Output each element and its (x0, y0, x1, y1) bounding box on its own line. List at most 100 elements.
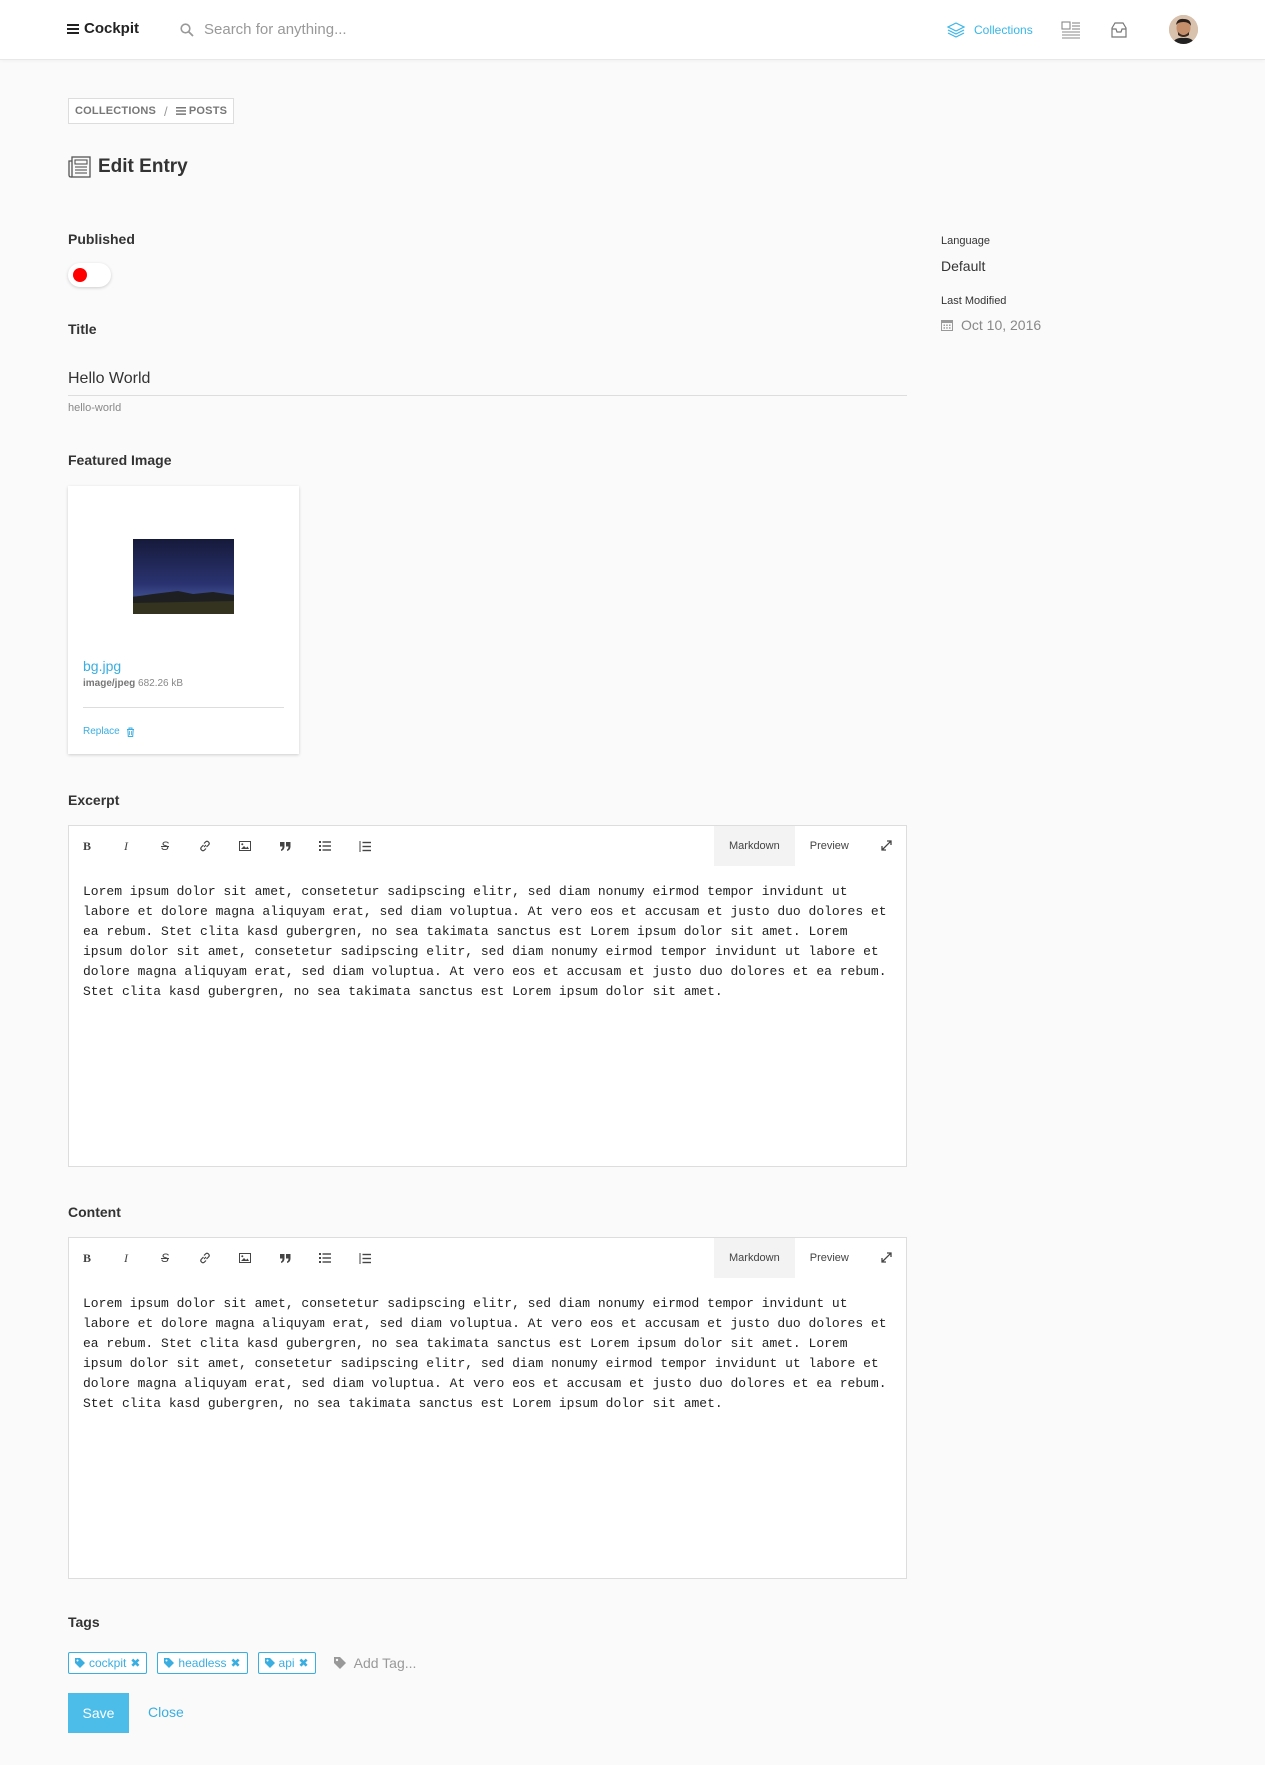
content-textarea[interactable]: Lorem ipsum dolor sit amet, consetetur s… (83, 1294, 892, 1414)
strikethrough-button[interactable]: S (156, 838, 174, 854)
breadcrumb-posts[interactable]: POSTS (175, 105, 228, 117)
excerpt-textarea[interactable]: Lorem ipsum dolor sit amet, consetetur s… (83, 882, 892, 1002)
quote-icon (279, 841, 290, 851)
tag-list: cockpit ✖ headless ✖ api ✖ Add Tag... (68, 1652, 416, 1674)
save-button[interactable]: Save (68, 1693, 129, 1733)
link-button[interactable] (196, 838, 214, 854)
image-preview (133, 539, 234, 614)
expand-icon (881, 1252, 892, 1263)
strikethrough-button[interactable]: S (156, 1250, 174, 1266)
title-slug: hello-world (68, 402, 122, 414)
newspaper-icon (68, 156, 91, 178)
trash-icon[interactable] (126, 727, 135, 737)
remove-tag-icon[interactable]: ✖ (130, 1656, 140, 1670)
image-button[interactable] (236, 838, 254, 854)
image-mime: image/jpeg (83, 678, 136, 689)
fullscreen-button[interactable] (881, 840, 892, 851)
bold-button[interactable]: B (78, 838, 96, 854)
link-icon (200, 1252, 210, 1264)
published-label: Published (68, 231, 135, 247)
tags-label: Tags (68, 1614, 100, 1630)
breadcrumb-collections[interactable]: COLLECTIONS (75, 105, 156, 117)
quote-button[interactable] (276, 1250, 294, 1266)
content-mode-tabs: Markdown Preview (714, 1238, 864, 1278)
title-input[interactable] (68, 362, 907, 396)
quote-button[interactable] (276, 838, 294, 854)
layers-icon (946, 22, 966, 38)
brand-name: Cockpit (84, 20, 140, 37)
bullet-list-icon (319, 841, 331, 851)
remove-tag-icon[interactable]: ✖ (230, 1656, 240, 1670)
last-modified-date: Oct 10, 2016 (961, 317, 1042, 333)
italic-button[interactable]: I (117, 1250, 135, 1266)
last-modified-label: Last Modified (941, 295, 1007, 307)
nav-collections-label: Collections (974, 23, 1033, 37)
image-card-divider (83, 707, 284, 708)
close-link[interactable]: Close (148, 1704, 184, 1720)
layout-icon (1061, 21, 1080, 39)
nav-forms-link[interactable] (1109, 20, 1129, 40)
published-toggle[interactable] (68, 263, 111, 287)
excerpt-toolbar: B I S Markdown Preview (69, 826, 906, 866)
numbered-list-icon (359, 1252, 371, 1264)
expand-icon (881, 840, 892, 851)
tag-label: headless (178, 1656, 227, 1670)
tab-markdown[interactable]: Markdown (714, 1238, 795, 1278)
add-tag-placeholder: Add Tag... (353, 1655, 417, 1671)
tag-label: api (278, 1656, 295, 1670)
tag-icon (164, 1658, 175, 1668)
tab-markdown[interactable]: Markdown (714, 826, 795, 866)
language-value[interactable]: Default (941, 258, 985, 274)
link-icon (200, 840, 210, 852)
tag-icon (264, 1658, 275, 1668)
page-title-text: Edit Entry (98, 156, 188, 177)
tag-chip[interactable]: api ✖ (257, 1652, 316, 1674)
bullet-list-button[interactable] (316, 1250, 334, 1266)
remove-tag-icon[interactable]: ✖ (299, 1656, 309, 1670)
numbered-list-button[interactable] (356, 838, 374, 854)
image-button[interactable] (236, 1250, 254, 1266)
tab-preview[interactable]: Preview (795, 826, 864, 866)
content-label: Content (68, 1204, 121, 1220)
user-avatar[interactable] (1169, 15, 1198, 44)
excerpt-mode-tabs: Markdown Preview (714, 826, 864, 866)
page-title: Edit Entry (68, 155, 188, 179)
image-meta: image/jpeg 682.26 kB (83, 678, 183, 689)
menu-icon (67, 23, 79, 34)
tag-chip[interactable]: headless ✖ (157, 1652, 248, 1674)
link-button[interactable] (196, 1250, 214, 1266)
image-filename[interactable]: bg.jpg (83, 658, 121, 674)
app-menu[interactable]: Cockpit (67, 20, 139, 37)
nav-regions-link[interactable] (1061, 20, 1081, 40)
tag-chip[interactable]: cockpit ✖ (68, 1652, 148, 1674)
image-size: 682.26 kB (138, 678, 184, 689)
replace-image-link[interactable]: Replace (83, 726, 120, 737)
tab-preview[interactable]: Preview (795, 1238, 864, 1278)
excerpt-label: Excerpt (68, 792, 120, 808)
image-icon (239, 841, 251, 851)
avatar-image (1169, 15, 1198, 44)
featured-image-card: bg.jpg image/jpeg 682.26 kB Replace (68, 486, 299, 754)
image-thumbnail[interactable] (133, 539, 234, 614)
list-icon (175, 107, 186, 115)
language-label: Language (941, 235, 990, 247)
numbered-list-icon (359, 840, 371, 852)
numbered-list-button[interactable] (356, 1250, 374, 1266)
tag-icon (75, 1658, 85, 1668)
tag-icon (333, 1657, 346, 1669)
bold-button[interactable]: B (78, 1250, 96, 1266)
last-modified-value: Oct 10, 2016 (941, 317, 1041, 333)
featured-image-label: Featured Image (68, 452, 172, 468)
content-toolbar: B I S Markdown Preview (69, 1238, 906, 1278)
global-search[interactable]: Search for anything... (180, 21, 347, 38)
fullscreen-button[interactable] (881, 1252, 892, 1263)
nav-collections-link[interactable]: Collections (946, 20, 1033, 40)
image-actions: Replace (83, 726, 135, 737)
breadcrumb-separator: / (164, 103, 168, 119)
breadcrumb-posts-label: POSTS (188, 105, 228, 117)
title-label: Title (68, 321, 97, 337)
search-icon (180, 22, 194, 37)
bullet-list-button[interactable] (316, 838, 334, 854)
italic-button[interactable]: I (117, 838, 135, 854)
add-tag-input[interactable]: Add Tag... (333, 1655, 417, 1671)
